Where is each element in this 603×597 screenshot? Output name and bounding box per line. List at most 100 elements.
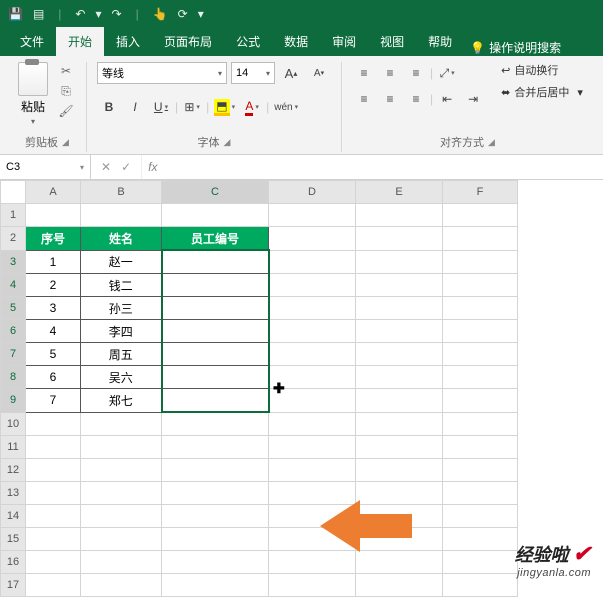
cell-F10[interactable] [443,412,518,436]
cell-C7[interactable] [162,343,269,366]
cell-D8[interactable] [269,366,356,389]
row-header-14[interactable]: 14 [1,505,26,528]
cell-E2[interactable] [356,227,443,251]
cell-B2[interactable]: 姓名 [81,227,162,251]
cell-F3[interactable] [443,250,518,274]
tab-review[interactable]: 审阅 [320,27,368,56]
font-launcher-icon[interactable]: ◢ [224,137,231,148]
row-header-5[interactable]: 5 [1,297,26,320]
font-size-combo[interactable]: 14▾ [231,62,275,84]
cell-A5[interactable]: 3 [26,297,81,320]
cell-E4[interactable] [356,274,443,297]
column-header-B[interactable]: B [81,181,162,204]
cell-C12[interactable] [162,459,269,482]
tell-me[interactable]: 💡 操作说明搜索 [470,39,561,56]
cell-A10[interactable] [26,412,81,436]
cell-D6[interactable] [269,320,356,343]
cell-E9[interactable] [356,389,443,413]
font-color-button[interactable]: A▾ [240,96,264,118]
cell-B11[interactable] [81,436,162,459]
cell-B4[interactable]: 钱二 [81,274,162,297]
cell-E16[interactable] [356,551,443,574]
cell-E6[interactable] [356,320,443,343]
merge-center-button[interactable]: ⬌合并后居中▾ [501,84,583,100]
cell-C14[interactable] [162,505,269,528]
cell-C2[interactable]: 员工编号 [162,227,269,251]
cancel-icon[interactable]: ✕ [101,160,111,174]
align-middle-icon[interactable]: ≡ [378,62,402,84]
wrap-text-button[interactable]: ↩自动换行 [501,62,583,78]
qat-dropdown-icon[interactable]: ▾ [95,7,101,21]
column-header-F[interactable]: F [443,181,518,204]
cell-E3[interactable] [356,250,443,274]
worksheet-grid[interactable]: ABCDEF12序号姓名员工编号31赵一42钱二53孙三64李四75周五86吴六… [0,180,603,597]
copy-icon[interactable]: ⎘ [56,82,76,100]
cell-E10[interactable] [356,412,443,436]
phonetic-button[interactable]: wén▾ [271,96,301,118]
row-header-9[interactable]: 9 [1,389,26,413]
cell-C11[interactable] [162,436,269,459]
row-header-2[interactable]: 2 [1,227,26,251]
row-header-16[interactable]: 16 [1,551,26,574]
cell-D9[interactable] [269,389,356,413]
cell-E13[interactable] [356,482,443,505]
tab-file[interactable]: 文件 [8,27,56,56]
tab-insert[interactable]: 插入 [104,27,152,56]
cell-E7[interactable] [356,343,443,366]
fill-color-button[interactable]: ⬒▾ [211,96,238,118]
save-icon[interactable]: 💾 [8,7,23,21]
align-top-icon[interactable]: ≡ [352,62,376,84]
row-header-13[interactable]: 13 [1,482,26,505]
cell-C17[interactable] [162,574,269,597]
cell-A3[interactable]: 1 [26,250,81,274]
align-launcher-icon[interactable]: ◢ [488,137,495,148]
cell-C8[interactable] [162,366,269,389]
cell-D4[interactable] [269,274,356,297]
row-header-1[interactable]: 1 [1,204,26,227]
column-header-D[interactable]: D [269,181,356,204]
cell-F11[interactable] [443,436,518,459]
cell-F13[interactable] [443,482,518,505]
cell-E11[interactable] [356,436,443,459]
cell-A14[interactable] [26,505,81,528]
cell-E12[interactable] [356,459,443,482]
cell-F15[interactable] [443,528,518,551]
cell-C6[interactable] [162,320,269,343]
cell-D5[interactable] [269,297,356,320]
cell-C10[interactable] [162,412,269,436]
row-header-4[interactable]: 4 [1,274,26,297]
cell-F9[interactable] [443,389,518,413]
bold-button[interactable]: B [97,96,121,118]
column-header-E[interactable]: E [356,181,443,204]
cell-E1[interactable] [356,204,443,227]
cell-A15[interactable] [26,528,81,551]
font-name-combo[interactable]: 等线▾ [97,62,227,84]
cell-B16[interactable] [81,551,162,574]
cell-F7[interactable] [443,343,518,366]
cell-F4[interactable] [443,274,518,297]
cell-F8[interactable] [443,366,518,389]
cell-C4[interactable] [162,274,269,297]
cell-D16[interactable] [269,551,356,574]
cell-B8[interactable]: 吴六 [81,366,162,389]
row-header-3[interactable]: 3 [1,250,26,274]
row-header-8[interactable]: 8 [1,366,26,389]
decrease-indent-icon[interactable]: ⇤ [435,88,459,110]
cell-B6[interactable]: 李四 [81,320,162,343]
tab-layout[interactable]: 页面布局 [152,27,224,56]
touch-mode-icon[interactable]: 👆 [153,7,168,21]
cell-C5[interactable] [162,297,269,320]
fx-icon[interactable]: fx [142,160,163,174]
select-all-corner[interactable] [1,181,26,204]
cell-C9[interactable] [162,389,269,413]
cell-A13[interactable] [26,482,81,505]
row-header-11[interactable]: 11 [1,436,26,459]
cell-D10[interactable] [269,412,356,436]
cell-F16[interactable] [443,551,518,574]
decrease-font-icon[interactable]: A▾ [307,62,331,84]
cell-E17[interactable] [356,574,443,597]
cell-F1[interactable] [443,204,518,227]
cell-C13[interactable] [162,482,269,505]
increase-indent-icon[interactable]: ⇥ [461,88,485,110]
tab-help[interactable]: 帮助 [416,27,464,56]
